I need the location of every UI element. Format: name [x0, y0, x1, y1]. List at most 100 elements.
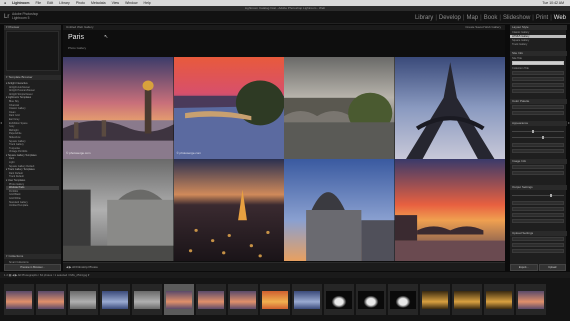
layout-style-header[interactable]: Layout Style — [510, 25, 567, 30]
description-field[interactable] — [512, 77, 564, 81]
color-palette-header[interactable]: Color Palette — [510, 99, 567, 104]
appearance-slider[interactable] — [512, 130, 564, 133]
template-browser-header[interactable]: ▾Template Browser — [4, 75, 61, 80]
full-path-field[interactable] — [512, 249, 564, 253]
output-option[interactable] — [512, 201, 564, 205]
filmstrip-thumb-11[interactable] — [324, 284, 354, 315]
collections-header[interactable]: ▾Collections — [4, 254, 61, 259]
menu-window[interactable]: Window — [125, 1, 137, 5]
filmstrip — [0, 278, 570, 321]
menu-file[interactable]: File — [35, 1, 41, 5]
menu-help[interactable]: Help — [144, 1, 151, 5]
module-print[interactable]: Print — [536, 15, 548, 21]
identity-text: Adobe Photoshop Lightroom 5 — [12, 12, 38, 20]
module-web[interactable]: Web — [554, 15, 566, 21]
thumbnail-image — [454, 290, 480, 309]
apple-icon[interactable]: ● — [4, 1, 6, 5]
appearance-option[interactable] — [512, 143, 564, 147]
layout-style-option[interactable]: HTML5 Gallery — [510, 35, 566, 38]
photo-pont-neuf-bw[interactable] — [284, 57, 395, 159]
module-slideshow[interactable]: Slideshow — [503, 15, 530, 21]
site-info-header[interactable]: Site Info — [510, 51, 567, 56]
photo-image — [284, 57, 395, 159]
layout-style-option[interactable]: Square Gallery — [510, 39, 566, 42]
menu-view[interactable]: View — [112, 1, 120, 5]
export-button[interactable]: Export... — [510, 264, 538, 271]
photo-sunset-seine-bridge[interactable] — [394, 159, 505, 261]
output-option[interactable] — [512, 213, 564, 217]
thumbnail-image — [294, 290, 320, 309]
module-separator: | — [532, 15, 534, 21]
left-panel-toggle-icon[interactable]: ◂ — [0, 120, 2, 125]
filmstrip-thumb-15[interactable] — [452, 284, 482, 315]
filmstrip-thumb-3[interactable] — [68, 284, 98, 315]
color-swatch-row[interactable] — [512, 105, 564, 109]
left-panel-buttons: Preview in Browser... — [4, 264, 61, 271]
menu-edit[interactable]: Edit — [47, 1, 53, 5]
photo-opera-garnier[interactable] — [63, 159, 174, 261]
photo-paris-night-aerial[interactable] — [173, 159, 284, 261]
photo-alexandre-iii-bridge[interactable]: © photoserge.com — [63, 57, 174, 159]
menu-library[interactable]: Library — [59, 1, 70, 5]
collapse-triangle-icon: ▾ — [6, 254, 8, 258]
output-option[interactable] — [512, 219, 564, 223]
image-info-header[interactable]: Image Info — [510, 159, 567, 164]
preview-in-browser-button[interactable]: Preview in Browser... — [4, 264, 61, 271]
filmstrip-thumb-16[interactable] — [484, 284, 514, 315]
template-list: ▾ Airtight Interactive Airtight AutoViewe… — [6, 82, 59, 250]
menu-app[interactable]: Lightroom — [12, 1, 29, 5]
quality-slider[interactable] — [512, 194, 564, 197]
menu-metadata[interactable]: Metadata — [91, 1, 106, 5]
collection-name: Untitled Web Gallery — [66, 25, 94, 29]
collection-title-field[interactable] — [512, 71, 564, 75]
menu-photo[interactable]: Photo — [76, 1, 85, 5]
output-option[interactable] — [512, 207, 564, 211]
template-item[interactable]: Untitled Template — [6, 204, 59, 208]
filmstrip-thumb-1[interactable] — [4, 284, 34, 315]
image-info-field[interactable] — [512, 171, 564, 175]
site-title-field[interactable] — [512, 61, 564, 65]
module-book[interactable]: Book — [484, 15, 498, 21]
image-info-field[interactable] — [512, 165, 564, 169]
filmstrip-thumb-5[interactable] — [132, 284, 162, 315]
filmstrip-thumb-8[interactable] — [228, 284, 258, 315]
filmstrip-thumb-13[interactable] — [388, 284, 418, 315]
module-develop[interactable]: Develop — [439, 15, 461, 21]
appearance-header[interactable]: Appearance — [510, 121, 567, 126]
module-library[interactable]: Library — [415, 15, 433, 21]
preview-panel-header[interactable]: ▾Preview — [4, 25, 61, 30]
color-swatch-row[interactable] — [512, 111, 564, 115]
filmstrip-thumb-14[interactable] — [420, 284, 450, 315]
photo-eiffel-tower-up[interactable] — [394, 57, 505, 159]
link-field[interactable] — [512, 89, 564, 93]
photo-image — [63, 159, 174, 261]
photo-seine-sunset[interactable]: © photoserge.com — [173, 57, 284, 159]
contact-field[interactable] — [512, 83, 564, 87]
appearance-slider[interactable] — [512, 136, 564, 139]
output-settings-header[interactable]: Output Settings — [510, 185, 567, 190]
filmstrip-thumb-4[interactable] — [100, 284, 130, 315]
upload-settings-header[interactable]: Upload Settings — [510, 231, 567, 236]
filmstrip-thumb-2[interactable] — [36, 284, 66, 315]
ftp-server-field[interactable] — [512, 237, 564, 241]
photo-grid: © photoserge.com © photoserge.com — [63, 57, 505, 261]
filmstrip-thumb-12[interactable] — [356, 284, 386, 315]
upload-button[interactable]: Upload — [538, 264, 566, 271]
center-toolbar[interactable]: ◀ ▶ All Filmstrip Photos — [63, 262, 505, 271]
thumbnail-image — [38, 290, 64, 309]
filmstrip-thumb-9[interactable] — [260, 284, 290, 315]
watermark: © photoserge.com — [66, 151, 91, 155]
thumbnail-image — [262, 290, 288, 309]
layout-style-option[interactable]: Track Gallery — [510, 43, 566, 46]
filmstrip-thumb-7[interactable] — [196, 284, 226, 315]
subfolder-field[interactable] — [512, 243, 564, 247]
filmstrip-thumb-10[interactable] — [292, 284, 322, 315]
module-map[interactable]: Map — [466, 15, 478, 21]
photo-institut-de-france[interactable] — [284, 159, 395, 261]
layout-style-option[interactable]: Classic Gallery — [510, 31, 566, 34]
gallery-title[interactable]: Paris — [68, 34, 84, 41]
gallery-subtitle[interactable]: Photo Gallery — [68, 46, 86, 50]
appearance-option[interactable] — [512, 149, 564, 153]
filmstrip-thumb-17[interactable] — [516, 284, 546, 315]
filmstrip-thumb-6[interactable] — [164, 284, 194, 315]
